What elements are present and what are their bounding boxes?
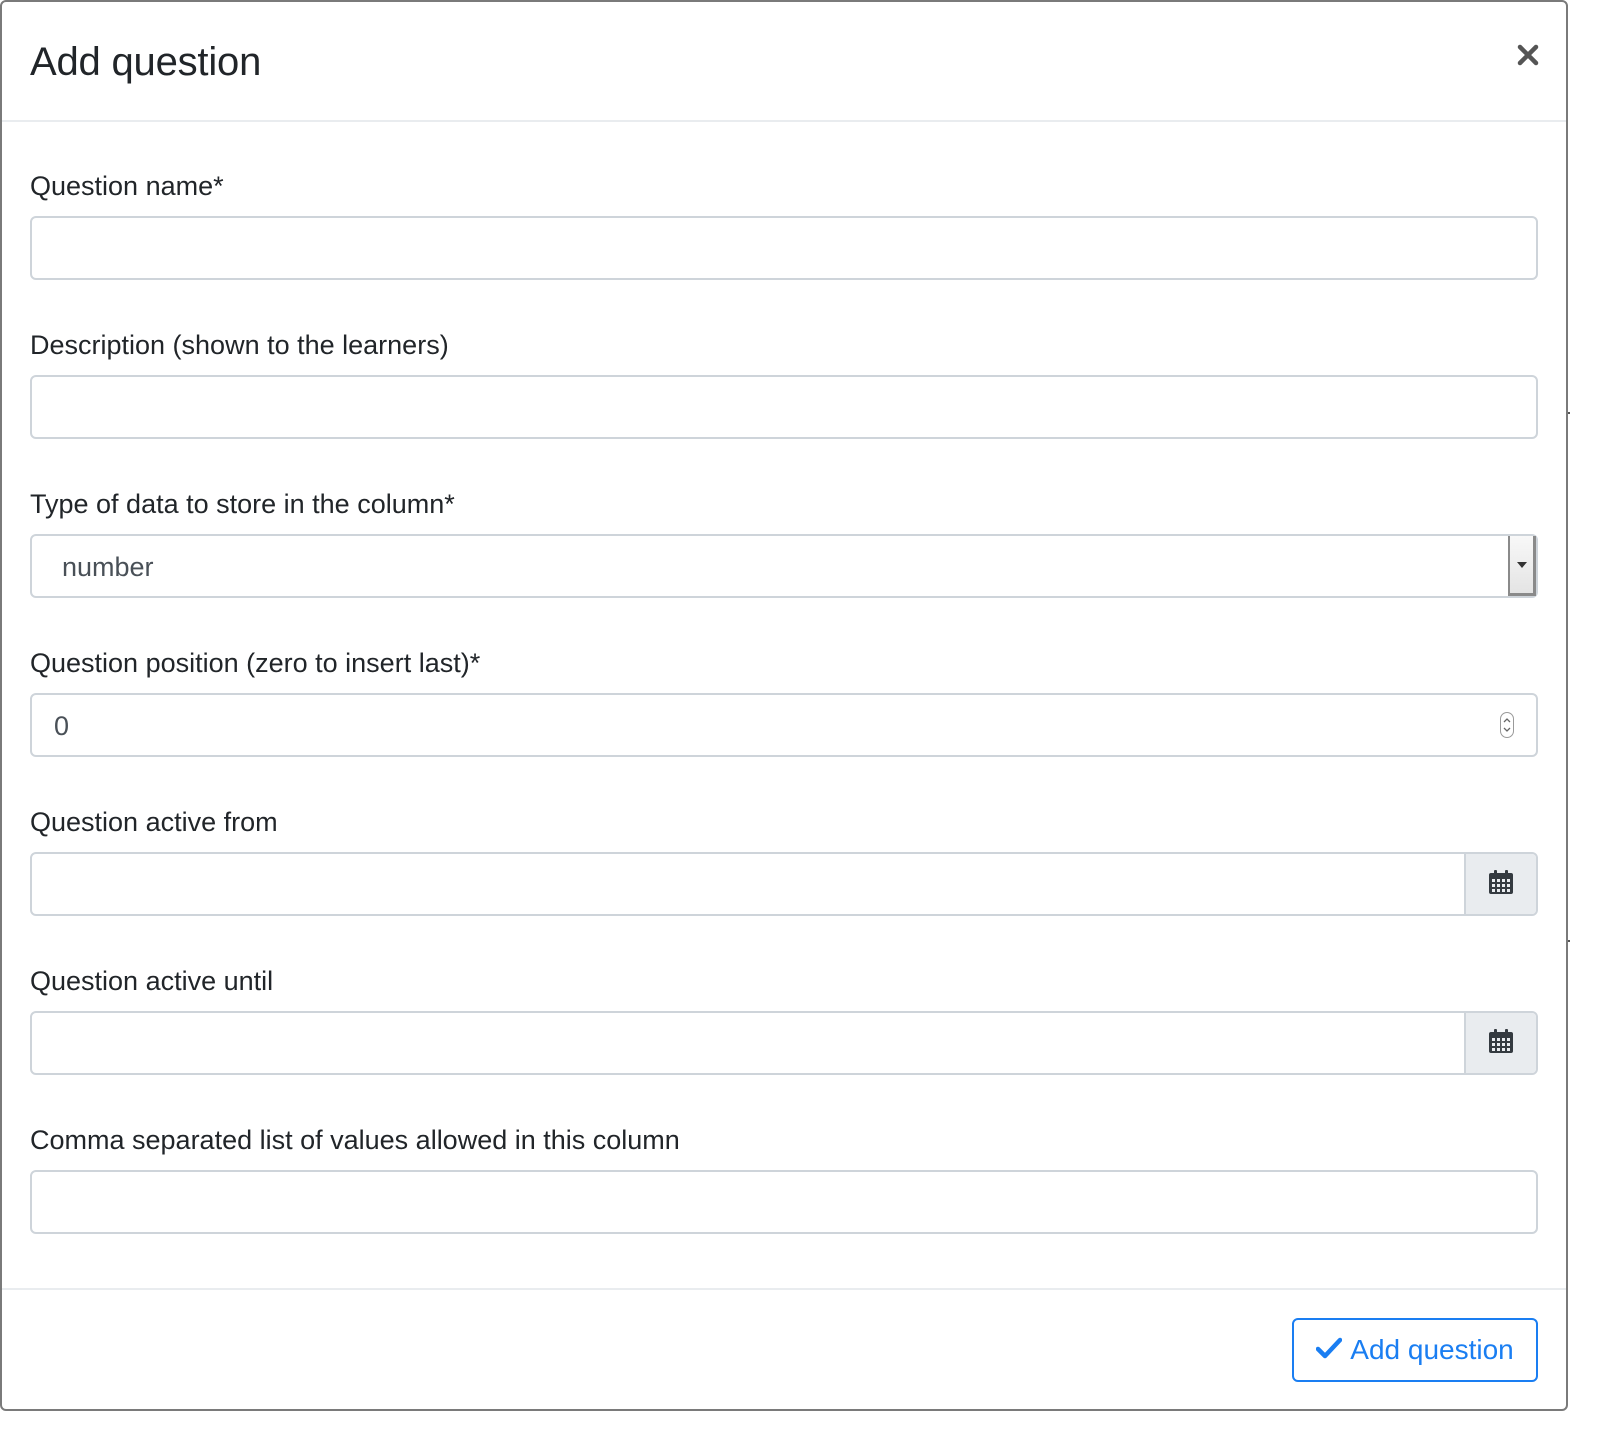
active-until-label: Question active until — [30, 966, 274, 996]
data-type-label: Type of data to store in the column* — [30, 489, 455, 519]
add-question-modal: Add question Question name* Description … — [0, 0, 1568, 1411]
active-until-input[interactable] — [32, 1013, 1468, 1073]
allowed-values-label: Comma separated list of values allowed i… — [30, 1125, 680, 1155]
calendar-icon — [1488, 1028, 1514, 1059]
active-from-input[interactable] — [32, 854, 1468, 914]
modal-title: Add question — [30, 40, 262, 84]
description-label: Description (shown to the learners) — [30, 330, 449, 360]
spinner-icon[interactable] — [1500, 712, 1514, 738]
question-name-input[interactable] — [30, 216, 1538, 280]
close-button[interactable] — [1508, 36, 1548, 76]
active-from-group — [30, 852, 1538, 916]
active-from-calendar-button[interactable] — [1464, 854, 1536, 914]
description-input[interactable] — [30, 375, 1538, 439]
active-from-label: Question active from — [30, 807, 278, 837]
caret-down-icon[interactable] — [1508, 536, 1536, 596]
position-value: 0 — [54, 711, 70, 741]
question-name-label: Question name* — [30, 171, 224, 201]
allowed-values-input[interactable] — [30, 1170, 1538, 1234]
check-icon — [1316, 1334, 1343, 1366]
close-icon — [1517, 44, 1539, 69]
position-number-input[interactable]: 0 — [30, 693, 1538, 757]
active-until-group — [30, 1011, 1538, 1075]
add-question-button[interactable]: Add question — [1292, 1318, 1538, 1382]
modal-header: Add question — [2, 2, 1566, 122]
calendar-icon — [1488, 869, 1514, 900]
data-type-selected-value: number — [62, 552, 154, 582]
position-label: Question position (zero to insert last)* — [30, 648, 481, 678]
active-until-calendar-button[interactable] — [1464, 1013, 1536, 1073]
modal-footer: Add question — [2, 1288, 1566, 1411]
add-question-button-label: Add question — [1350, 1334, 1514, 1365]
data-type-select[interactable]: number — [30, 534, 1538, 598]
